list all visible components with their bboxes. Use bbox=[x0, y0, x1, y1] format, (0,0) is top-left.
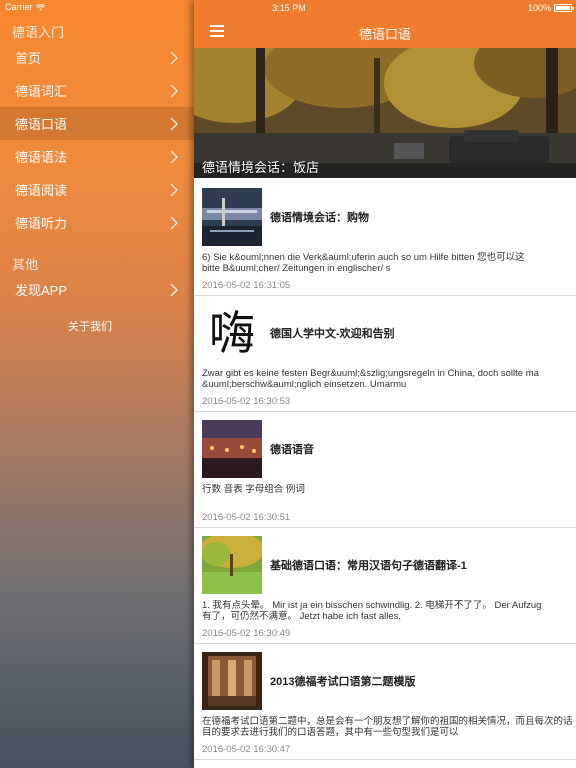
chevron-right-icon bbox=[170, 216, 178, 230]
chevron-right-icon bbox=[170, 51, 178, 65]
article-date: 2016-05-02 16:30:47 bbox=[202, 744, 291, 755]
article-date: 2016-05-02 16:30:53 bbox=[202, 396, 291, 407]
sidebar-item-label: 德语阅读 bbox=[15, 183, 68, 198]
article-thumbnail: 嗨 bbox=[202, 304, 262, 362]
chevron-right-icon bbox=[170, 117, 178, 131]
article-summary: Zwar gibt es keine festen Begr&uuml;&szl… bbox=[202, 368, 539, 390]
sidebar-item-grammar[interactable]: 德语语法 bbox=[0, 140, 194, 173]
about-us-link[interactable]: 关于我们 bbox=[0, 318, 180, 334]
sidebar-item-reading[interactable]: 德语阅读 bbox=[0, 173, 194, 206]
sidebar: Carrier 德语入门 首页 德语词汇 德语口语 德语语法 德语阅读 德语听力… bbox=[0, 0, 194, 768]
article-thumbnail bbox=[202, 652, 262, 710]
battery-icon bbox=[554, 4, 574, 12]
list-item[interactable]: 德语语音 行数 音表 字母组合 例词 2016-05-02 16:30:51 bbox=[194, 412, 576, 528]
main-panel: 3:15 PM 100% 德语口语 德语情境会话：饭店 德语情境会话：购物 6)… bbox=[194, 0, 576, 768]
wifi-icon bbox=[35, 3, 45, 11]
article-summary: 行数 音表 字母组合 例词 bbox=[202, 484, 305, 495]
list-item[interactable]: 德语情境会话：购物 6) Sie k&ouml;nnen die Verk&au… bbox=[194, 180, 576, 296]
article-summary: 6) Sie k&ouml;nnen die Verk&auml;uferin … bbox=[202, 252, 525, 274]
list-item[interactable]: 2013德福考试口语第二题模版 在德福考试口语第二题中，总是会有一个朋友想了解你… bbox=[194, 644, 576, 760]
sidebar-item-home[interactable]: 首页 bbox=[0, 41, 194, 74]
sidebar-item-listening[interactable]: 德语听力 bbox=[0, 206, 194, 239]
chevron-right-icon bbox=[170, 283, 178, 297]
sidebar-section-other: 其他 bbox=[12, 257, 39, 272]
article-date: 2016-05-02 16:30:51 bbox=[202, 512, 291, 523]
article-title: 德语情境会话：购物 bbox=[270, 212, 369, 224]
status-time: 3:15 PM bbox=[272, 3, 306, 13]
navbar: 3:15 PM 100% 德语口语 bbox=[194, 0, 576, 48]
hero-banner[interactable]: 德语情境会话：饭店 bbox=[194, 48, 576, 178]
status-battery: 100% bbox=[528, 3, 574, 13]
article-title: 基础德语口语：常用汉语句子德语翻译-1 bbox=[270, 560, 467, 572]
article-date: 2016-05-02 16:30:49 bbox=[202, 628, 291, 639]
sidebar-item-discover-app[interactable]: 发现APP bbox=[0, 273, 194, 306]
sidebar-item-speaking[interactable]: 德语口语 bbox=[0, 107, 194, 140]
status-carrier: Carrier bbox=[5, 2, 45, 12]
sidebar-item-label: 德语语法 bbox=[15, 150, 68, 165]
article-title: 德语语音 bbox=[270, 444, 314, 456]
article-thumbnail bbox=[202, 188, 262, 246]
chevron-right-icon bbox=[170, 150, 178, 164]
sidebar-item-label: 发现APP bbox=[15, 283, 68, 298]
sidebar-item-vocabulary[interactable]: 德语词汇 bbox=[0, 74, 194, 107]
chevron-right-icon bbox=[170, 183, 178, 197]
hero-caption: 德语情境会话：饭店 bbox=[202, 160, 320, 175]
article-date: 2016-05-02 16:31:05 bbox=[202, 280, 291, 291]
sidebar-section-learn: 德语入门 bbox=[12, 25, 65, 40]
list-item[interactable]: 嗨 德国人学中文-欢迎和告别 Zwar gibt es keine festen… bbox=[194, 296, 576, 412]
article-title: 2013德福考试口语第二题模版 bbox=[270, 676, 416, 688]
article-summary: 1. 我有点头晕。 Mir ist ja ein bisschen schwin… bbox=[202, 600, 542, 622]
article-summary: 在德福考试口语第二题中，总是会有一个朋友想了解你的祖国的相关情况，而且每次的话 … bbox=[202, 716, 573, 738]
sidebar-item-label: 德语听力 bbox=[15, 216, 68, 231]
article-title: 德国人学中文-欢迎和告别 bbox=[270, 328, 395, 340]
list-item[interactable]: 基础德语口语：常用汉语句子德语翻译-1 1. 我有点头晕。 Mir ist ja… bbox=[194, 528, 576, 644]
page-title: 德语口语 bbox=[358, 27, 411, 42]
article-list: 德语情境会话：购物 6) Sie k&ouml;nnen die Verk&au… bbox=[194, 180, 576, 760]
sidebar-item-label: 德语口语 bbox=[15, 117, 68, 132]
article-thumbnail bbox=[202, 536, 262, 594]
chevron-right-icon bbox=[170, 84, 178, 98]
article-thumbnail bbox=[202, 420, 262, 478]
sidebar-item-label: 首页 bbox=[15, 51, 42, 66]
sidebar-item-label: 德语词汇 bbox=[15, 84, 68, 99]
